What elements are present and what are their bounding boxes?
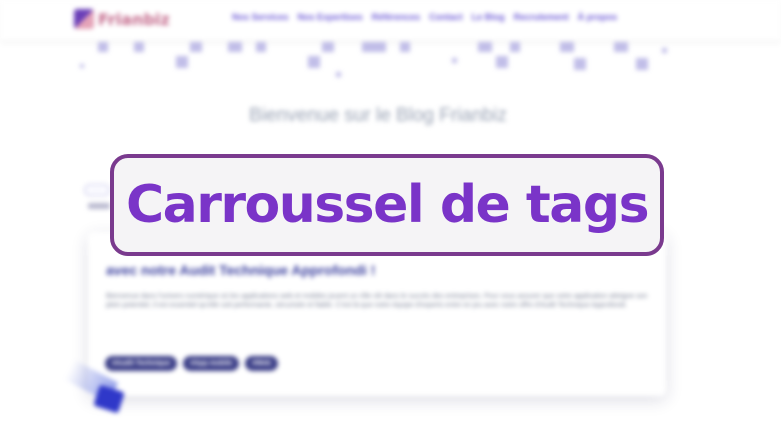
main-nav: Nos Services Nos Expertises Références C… bbox=[232, 12, 617, 22]
logo-text: Frianbiz bbox=[98, 9, 170, 29]
tag-audit-technique[interactable]: #Audit Technique bbox=[105, 356, 178, 371]
overlay-label: Carroussel de tags bbox=[125, 175, 650, 235]
article-title[interactable]: avec notre Audit Technique Approfondi ! bbox=[106, 262, 375, 278]
nav-item-recrutement[interactable]: Recrutement bbox=[514, 12, 569, 22]
logo[interactable]: Frianbiz bbox=[74, 6, 170, 32]
overlay-label-box: Carroussel de tags bbox=[110, 154, 664, 256]
tag-list: #Audit Technique #App mobile #Web bbox=[105, 356, 278, 371]
logo-icon bbox=[74, 9, 94, 29]
nav-item-a-propos[interactable]: À propos bbox=[578, 12, 618, 22]
article-excerpt: Bienvenue dans l'univers numérique où le… bbox=[106, 293, 648, 309]
navbar: Frianbiz Nos Services Nos Expertises Réf… bbox=[0, 0, 781, 40]
nav-item-expertises[interactable]: Nos Expertises bbox=[298, 12, 363, 22]
article-card[interactable]: avec notre Audit Technique Approfondi ! … bbox=[88, 232, 666, 396]
pixel-decoration bbox=[80, 42, 680, 80]
nav-item-blog[interactable]: Le Blog bbox=[472, 12, 505, 22]
nav-item-contact[interactable]: Contact bbox=[429, 12, 463, 22]
nav-item-references[interactable]: Références bbox=[372, 12, 421, 22]
tag-app-mobile[interactable]: #App mobile bbox=[183, 356, 240, 371]
filter-chip[interactable] bbox=[84, 184, 110, 196]
nav-item-services[interactable]: Nos Services bbox=[232, 12, 289, 22]
filter-label bbox=[88, 203, 110, 209]
blog-title: Bienvenue sur le Blog Frianbiz bbox=[249, 105, 507, 126]
tag-web[interactable]: #Web bbox=[245, 356, 278, 371]
